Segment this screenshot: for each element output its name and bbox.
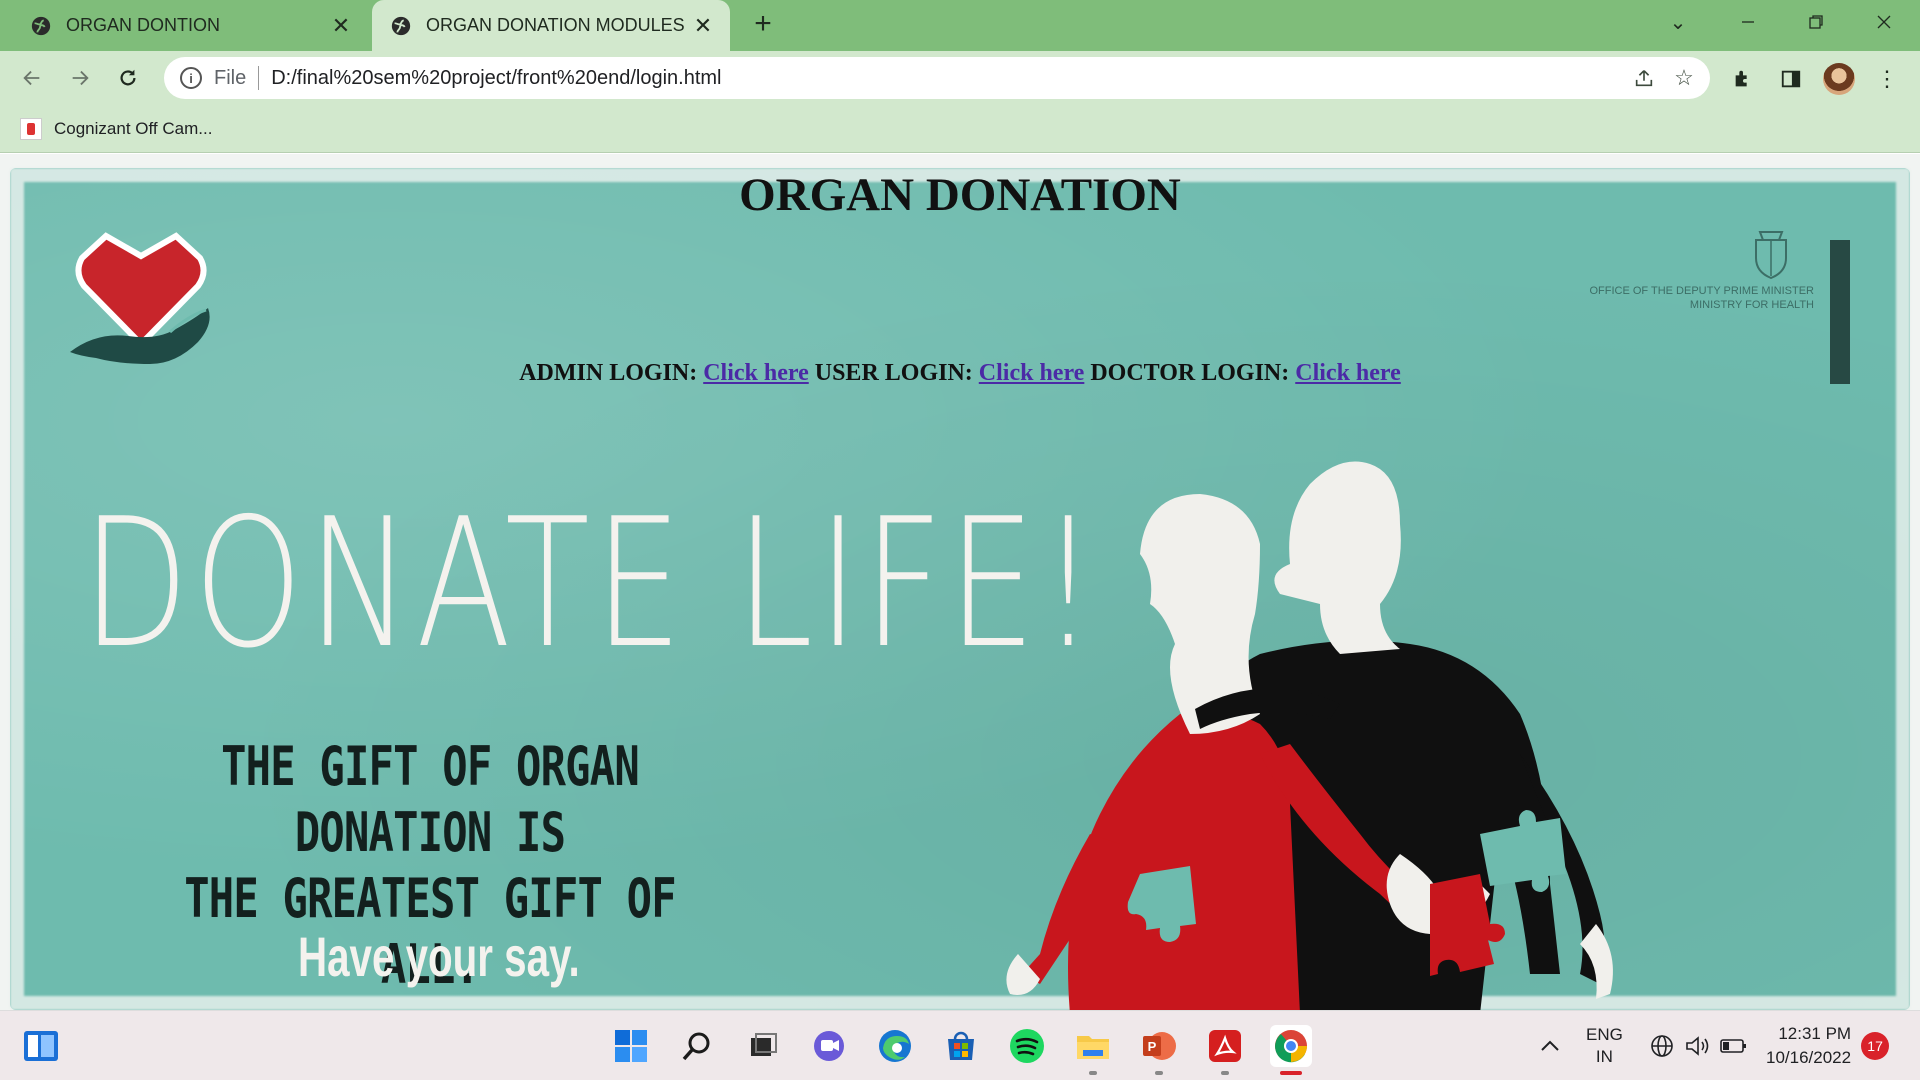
widgets-icon[interactable] — [20, 1025, 62, 1067]
bookmarks-bar: Cognizant Off Cam... — [0, 105, 1920, 153]
page-title: ORGAN DONATION — [739, 169, 1181, 221]
bookmark-star-icon[interactable]: ☆ — [1664, 58, 1704, 98]
user-login-label: USER LOGIN: — [814, 360, 973, 386]
tab-organ-donation-modules[interactable]: ORGAN DONATION MODULES ✕ — [372, 0, 730, 51]
ministry-line-1: OFFICE OF THE DEPUTY PRIME MINISTER — [1589, 285, 1814, 297]
address-url[interactable]: D:/final%20sem%20project/front%20end/log… — [271, 67, 1624, 90]
globe-icon — [31, 16, 51, 35]
login-links: ADMIN LOGIN: Click here USER LOGIN: Clic… — [0, 360, 1920, 387]
info-icon[interactable]: i — [180, 67, 202, 89]
task-view-icon[interactable] — [742, 1025, 784, 1067]
ministry-line-2: MINISTRY FOR HEALTH — [1689, 299, 1814, 311]
new-tab-button[interactable]: + — [748, 9, 778, 40]
user-login-link[interactable]: Click here — [979, 360, 1085, 386]
restore-icon[interactable] — [1788, 0, 1844, 44]
search-icon[interactable] — [676, 1025, 718, 1067]
spotify-icon[interactable] — [1006, 1025, 1048, 1067]
edge-browser-icon[interactable] — [874, 1025, 916, 1067]
share-icon[interactable] — [1624, 58, 1664, 98]
doctor-login-link[interactable]: Click here — [1295, 360, 1401, 386]
admin-login-label: ADMIN LOGIN: — [519, 360, 698, 386]
notification-badge[interactable]: 17 — [1861, 1032, 1890, 1060]
clock-date: 10/16/2022 — [1766, 1048, 1852, 1067]
browser-toolbar: i File D:/final%20sem%20project/front%20… — [0, 51, 1920, 105]
close-window-icon[interactable] — [1856, 0, 1912, 44]
poster-footer-text: Have your say. — [298, 925, 580, 988]
extensions-puzzle-icon[interactable] — [1726, 62, 1760, 96]
minimize-icon[interactable] — [1720, 0, 1776, 44]
address-bar[interactable]: i File D:/final%20sem%20project/front%20… — [164, 57, 1710, 99]
tab-search-chevron-icon[interactable]: ⌄ — [1650, 0, 1706, 44]
tab-title: ORGAN DONTION — [66, 15, 221, 35]
ime-line-1: ENG — [1586, 1025, 1623, 1044]
file-explorer-icon[interactable] — [1072, 1025, 1114, 1075]
close-tab-icon[interactable]: ✕ — [326, 11, 356, 41]
powerpoint-icon[interactable]: P — [1138, 1025, 1180, 1075]
tab-title: ORGAN DONATION MODULES — [426, 15, 685, 35]
bookmark-cognizant[interactable]: Cognizant Off Cam... — [20, 117, 213, 140]
doctor-login-label: DOCTOR LOGIN: — [1090, 360, 1290, 386]
chrome-icon[interactable] — [1270, 1025, 1312, 1075]
poster-headline: DONATE LIFE! — [82, 480, 1101, 687]
malta-crest-icon — [1755, 231, 1787, 280]
ministry-credit: OFFICE OF THE DEPUTY PRIME MINISTER MINI… — [1560, 231, 1814, 312]
clock[interactable]: 12:31 PM 10/16/2022 17 — [1766, 1011, 1890, 1081]
tab-strip: ORGAN DONTION ✕ ORGAN DONATION MODULES ✕… — [0, 0, 1920, 51]
globe-icon — [391, 16, 411, 35]
windows-taskbar: P ENG IN 12:31 PM 10/16/2022 17 — [0, 1010, 1920, 1080]
address-separator — [258, 66, 260, 90]
back-arrow-icon[interactable] — [16, 62, 48, 94]
two-figures-illustration — [1006, 461, 1613, 1010]
bookmark-favicon-icon — [20, 117, 42, 140]
acrobat-reader-icon[interactable] — [1204, 1025, 1246, 1075]
admin-login-link[interactable]: Click here — [703, 360, 809, 386]
microsoft-store-icon[interactable] — [940, 1025, 982, 1067]
address-scheme: File — [214, 66, 247, 89]
close-tab-icon[interactable]: ✕ — [688, 11, 718, 41]
forward-arrow-icon[interactable] — [64, 62, 96, 94]
ime-line-2: IN — [1595, 1047, 1613, 1066]
browser-menu-icon[interactable]: ⋮ — [1870, 62, 1904, 96]
tab-organ-dontion[interactable]: ORGAN DONTION ✕ — [0, 0, 368, 51]
bookmark-label: Cognizant Off Cam... — [54, 118, 213, 138]
battery-icon[interactable] — [1720, 1011, 1748, 1081]
teams-chat-icon[interactable] — [808, 1025, 850, 1067]
page-viewport: OFFICE OF THE DEPUTY PRIME MINISTER MINI… — [0, 154, 1920, 1010]
show-hidden-icons-chevron-icon[interactable] — [1540, 1011, 1560, 1081]
input-language-indicator[interactable]: ENG IN — [1586, 1011, 1623, 1081]
heart-hand-logo-icon — [70, 232, 210, 364]
side-panel-icon[interactable] — [1774, 62, 1808, 96]
reload-icon[interactable] — [112, 62, 144, 94]
windows-start-icon[interactable] — [610, 1025, 652, 1067]
poster-tagline-line-1: THE GIFT OF ORGAN DONATION IS — [221, 735, 640, 864]
profile-avatar[interactable] — [1822, 62, 1856, 96]
clock-time: 12:31 PM — [1778, 1024, 1852, 1043]
network-globe-icon[interactable] — [1650, 1011, 1674, 1081]
volume-icon[interactable] — [1684, 1011, 1710, 1081]
svg-text:P: P — [1148, 1039, 1157, 1054]
